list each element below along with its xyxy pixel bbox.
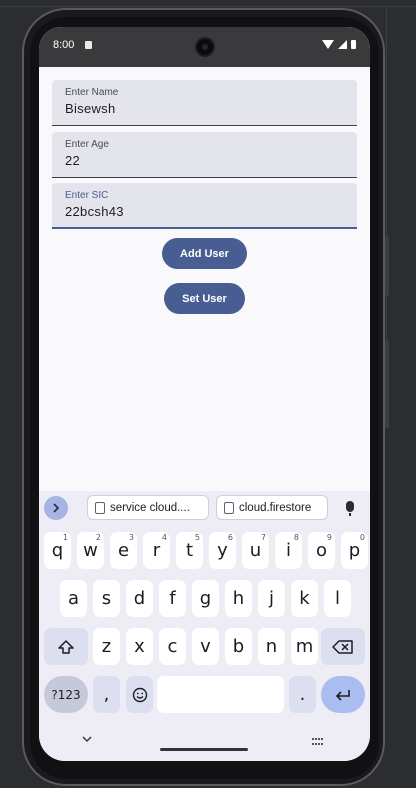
key-r[interactable]: r4 [143, 532, 170, 569]
clipboard-icon [95, 501, 105, 514]
key-q[interactable]: q1 [44, 532, 71, 569]
key-g[interactable]: g [192, 580, 219, 617]
power-button [385, 236, 389, 296]
key-c[interactable]: c [159, 628, 186, 665]
battery-icon [351, 40, 356, 49]
notification-icon [85, 41, 92, 49]
chevron-right-icon[interactable] [44, 496, 68, 520]
status-icons [322, 40, 356, 49]
key-v[interactable]: v [192, 628, 219, 665]
camera-cutout [195, 37, 215, 57]
signal-icon [338, 40, 347, 49]
age-field[interactable]: Enter Age 22 [52, 132, 357, 178]
suggestion-chip[interactable]: cloud.firestore [216, 495, 328, 520]
enter-icon[interactable] [321, 676, 365, 713]
key-m[interactable]: m [291, 628, 318, 665]
volume-button [385, 340, 389, 428]
key-j[interactable]: j [258, 580, 285, 617]
key-k[interactable]: k [291, 580, 318, 617]
key-n[interactable]: n [258, 628, 285, 665]
key-e[interactable]: e3 [110, 532, 137, 569]
space-key[interactable] [157, 676, 284, 713]
key-p[interactable]: p0 [341, 532, 368, 569]
name-field[interactable]: Enter Name Bisewsh [52, 80, 357, 126]
sic-field[interactable]: Enter SIC 22bcsh43 [52, 183, 357, 229]
ide-top-bar [0, 0, 416, 7]
status-time: 8:00 [53, 39, 75, 51]
key-s[interactable]: s [93, 580, 120, 617]
key-l[interactable]: l [324, 580, 351, 617]
suggestion-text: cloud.firestore [239, 501, 312, 514]
device-screen: 8:00 Enter Name Bisewsh Enter Age 22 Ent… [39, 27, 370, 761]
key-x[interactable]: x [126, 628, 153, 665]
mic-icon[interactable] [346, 501, 354, 516]
comma-key[interactable]: , [93, 676, 120, 713]
symbols-key[interactable]: ?123 [44, 676, 88, 713]
set-user-button[interactable]: Set User [164, 283, 245, 314]
name-value: Bisewsh [65, 101, 116, 116]
suggestion-row: service cloud.... cloud.firestore [39, 491, 370, 525]
key-z[interactable]: z [93, 628, 120, 665]
sic-value: 22bcsh43 [65, 204, 124, 219]
key-a[interactable]: a [60, 580, 87, 617]
key-b[interactable]: b [225, 628, 252, 665]
name-label: Enter Name [65, 87, 119, 98]
period-key[interactable]: . [289, 676, 316, 713]
key-o[interactable]: o9 [308, 532, 335, 569]
key-w[interactable]: w2 [77, 532, 104, 569]
key-i[interactable]: i8 [275, 532, 302, 569]
age-value: 22 [65, 153, 81, 168]
suggestion-text: service cloud.... [110, 501, 190, 514]
key-u[interactable]: u7 [242, 532, 269, 569]
keyboard: service cloud.... cloud.firestore q1 w2 … [39, 491, 370, 761]
key-f[interactable]: f [159, 580, 186, 617]
add-user-button[interactable]: Add User [162, 238, 247, 269]
clipboard-icon [224, 501, 234, 514]
app-content: Enter Name Bisewsh Enter Age 22 Enter SI… [39, 67, 370, 491]
sic-label: Enter SIC [65, 190, 109, 201]
age-label: Enter Age [65, 139, 109, 150]
chevron-down-icon[interactable] [82, 734, 92, 745]
suggestion-chip[interactable]: service cloud.... [87, 495, 209, 520]
backspace-icon[interactable] [321, 628, 365, 665]
keyboard-grid-icon[interactable] [312, 738, 326, 746]
key-d[interactable]: d [126, 580, 153, 617]
shift-icon[interactable] [44, 628, 88, 665]
key-y[interactable]: y6 [209, 532, 236, 569]
emoji-icon[interactable] [126, 676, 153, 713]
wifi-icon [322, 40, 334, 49]
home-indicator[interactable] [160, 748, 248, 751]
status-bar: 8:00 [39, 27, 370, 67]
key-h[interactable]: h [225, 580, 252, 617]
key-t[interactable]: t5 [176, 532, 203, 569]
